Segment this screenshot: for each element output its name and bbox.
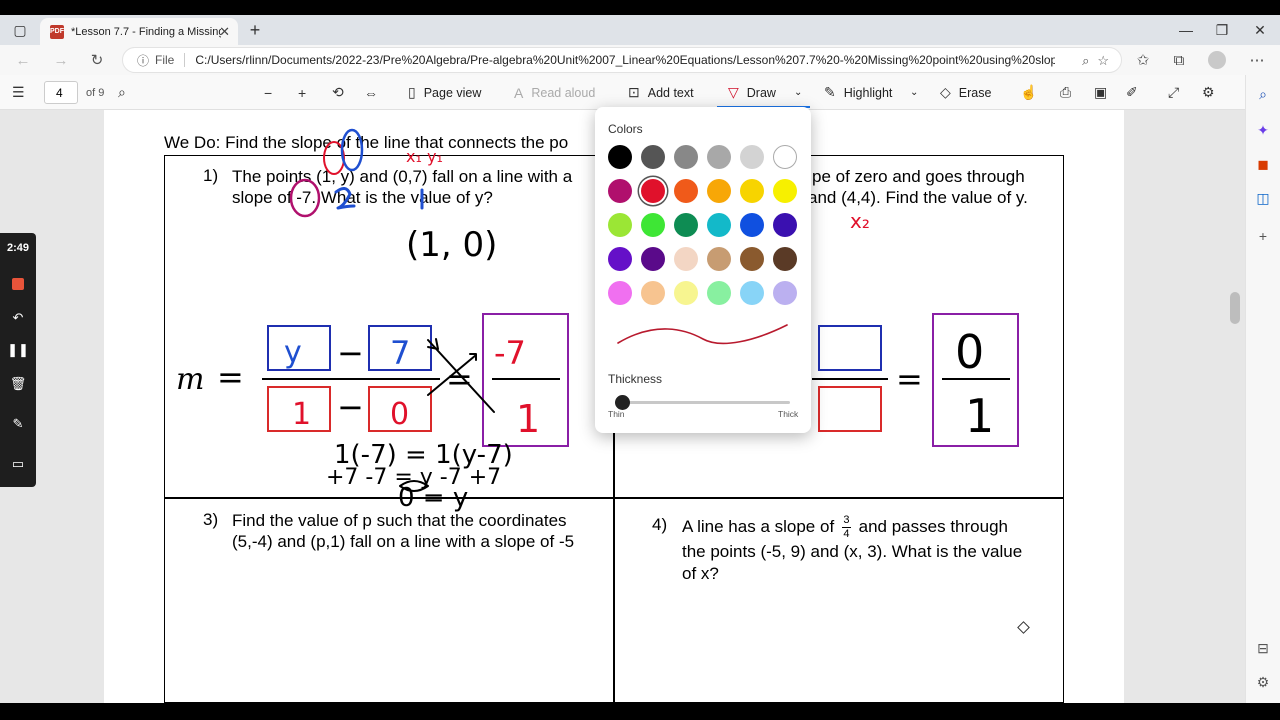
ink-result-num: -7 (494, 334, 526, 372)
color-swatch-0-2[interactable] (674, 145, 698, 169)
color-swatch-1-4[interactable] (740, 179, 764, 203)
pause-icon[interactable]: ❚❚ (5, 337, 31, 363)
camera-icon[interactable]: ▭ (5, 451, 31, 477)
color-swatch-1-5[interactable] (773, 179, 797, 203)
ink-7-in-box: 7 (390, 334, 410, 372)
thickness-label: Thickness (608, 372, 663, 386)
color-swatch-0-3[interactable] (707, 145, 731, 169)
color-swatch-4-3[interactable] (707, 281, 731, 305)
undo-icon[interactable]: ↶ (5, 305, 31, 331)
thin-label: Thin (608, 409, 625, 419)
ink-p2-result-den: 1 (965, 389, 994, 443)
ink-1-in-box: 1 (292, 397, 311, 432)
color-swatch-2-1[interactable] (641, 213, 665, 237)
color-swatch-2-2[interactable] (674, 213, 698, 237)
ink-work-line-3: 0 = y (398, 483, 468, 513)
color-swatch-3-1[interactable] (641, 247, 665, 271)
color-swatch-2-3[interactable] (707, 213, 731, 237)
thickness-slider-knob[interactable] (615, 395, 630, 410)
color-swatch-4-4[interactable] (740, 281, 764, 305)
pen-icon[interactable]: ✎ (5, 411, 31, 437)
draw-options-popup: Colors Thickness Thin Thick (595, 107, 811, 433)
ink-circle-slope (289, 178, 321, 218)
letterbox-bottom (0, 703, 1280, 720)
color-swatch-4-0[interactable] (608, 281, 632, 305)
stroke-preview (617, 324, 788, 345)
ink-p2-result-num: 0 (955, 325, 984, 379)
thickness-slider-track[interactable] (615, 401, 790, 404)
color-swatch-0-0[interactable] (608, 145, 632, 169)
trash-icon[interactable]: 🗑 (5, 371, 31, 397)
ink-y-in-box: y (284, 335, 302, 370)
color-swatch-3-3[interactable] (707, 247, 731, 271)
colors-label: Colors (608, 122, 643, 136)
color-swatch-4-1[interactable] (641, 281, 665, 305)
ink-result-den: 1 (516, 397, 540, 441)
color-swatch-4-5[interactable] (773, 281, 797, 305)
recording-time: 2:49 (6, 242, 30, 254)
color-swatch-0-1[interactable] (641, 145, 665, 169)
screen: ▢ PDF *Lesson 7.7 - Finding a Missing P … (0, 0, 1280, 720)
color-swatch-1-3[interactable] (707, 179, 731, 203)
color-swatch-1-2[interactable] (674, 179, 698, 203)
color-swatch-2-4[interactable] (740, 213, 764, 237)
color-swatch-0-5[interactable] (773, 145, 797, 169)
ink-x2-label: x₂ (850, 209, 870, 233)
color-swatch-2-5[interactable] (773, 213, 797, 237)
color-swatch-1-1[interactable] (641, 179, 665, 203)
ink-blue-2 (334, 187, 356, 210)
color-swatch-0-4[interactable] (740, 145, 764, 169)
color-swatch-3-4[interactable] (740, 247, 764, 271)
color-swatch-2-0[interactable] (608, 213, 632, 237)
thick-label: Thick (778, 409, 799, 419)
ink-point-1-0: (1, 0) (406, 225, 497, 265)
color-swatch-3-2[interactable] (674, 247, 698, 271)
ink-0-in-box: 0 (390, 397, 409, 432)
ink-circle-y (340, 128, 364, 172)
ink-cross-arrows (427, 339, 495, 413)
screen-recorder-panel: 2:49 ↶ ❚❚ 🗑 ✎ ▭ (0, 233, 36, 487)
color-swatch-3-0[interactable] (608, 247, 632, 271)
color-swatch-1-0[interactable] (608, 179, 632, 203)
ink-x1y1-label: x₁ y₁ (406, 147, 443, 166)
color-swatch-3-5[interactable] (773, 247, 797, 271)
stop-record-icon[interactable] (5, 271, 31, 297)
color-swatch-4-2[interactable] (674, 281, 698, 305)
